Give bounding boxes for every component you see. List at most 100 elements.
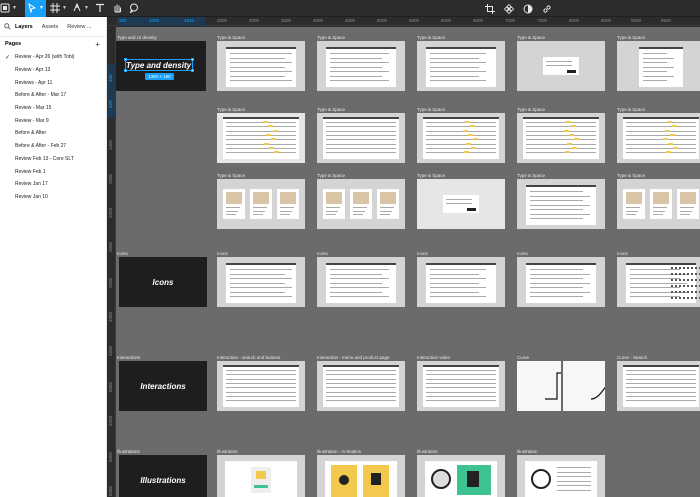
- frame-thumbnail[interactable]: [217, 113, 305, 163]
- move-tool-icon[interactable]: ▼: [25, 0, 46, 17]
- page-list-item[interactable]: Review Feb 1: [0, 165, 106, 178]
- frame-thumbnail[interactable]: [317, 361, 405, 411]
- mockup-row: [426, 391, 496, 393]
- frame-thumbnail[interactable]: [517, 179, 605, 229]
- frame-thumbnail[interactable]: [217, 257, 305, 307]
- mockup-page: [226, 263, 296, 303]
- components-icon[interactable]: [504, 0, 514, 17]
- resize-handle[interactable]: [191, 69, 194, 72]
- page-label: Review - Mar 9: [15, 117, 49, 124]
- page-list-item[interactable]: Review - Mar 9: [0, 114, 106, 127]
- contrast-icon[interactable]: [523, 0, 533, 17]
- mockup-row: [426, 130, 496, 132]
- tab-review[interactable]: Review ...: [67, 24, 91, 30]
- frame-thumbnail[interactable]: [617, 179, 700, 229]
- text-tool-icon[interactable]: [92, 0, 107, 17]
- page-list-item[interactable]: Review Jan 10: [0, 191, 106, 204]
- frame-label: Icons: [517, 251, 528, 256]
- mockup-row: [626, 139, 696, 141]
- add-page-button[interactable]: +: [95, 40, 100, 49]
- page-label: Before & After: [15, 130, 47, 137]
- resize-handle[interactable]: [124, 69, 127, 72]
- mockup-row: [626, 374, 696, 376]
- frame-thumbnail[interactable]: [517, 113, 605, 163]
- frame-thumbnail[interactable]: [317, 41, 405, 91]
- page-label: Review Feb 13 - Core SLT: [15, 155, 74, 162]
- mockup-table: [223, 117, 299, 159]
- search-icon[interactable]: [4, 23, 11, 30]
- frame-thumbnail[interactable]: [417, 455, 505, 497]
- link-icon[interactable]: [542, 0, 552, 17]
- page-list-item[interactable]: Review - Mar 15: [0, 102, 106, 115]
- frame-thumbnail[interactable]: [317, 455, 405, 497]
- menu-icon[interactable]: ▼: [0, 0, 17, 17]
- frame-label: Type & Space: [617, 35, 646, 40]
- ruler-tick-label: 5000: [377, 18, 388, 23]
- mockup-icon-grid-dot: [691, 291, 693, 293]
- frame-thumbnail[interactable]: [617, 257, 700, 307]
- comment-tool-icon[interactable]: [126, 0, 141, 17]
- ruler-tick-label: 3500: [108, 277, 113, 288]
- frame-thumbnail[interactable]: [563, 361, 605, 411]
- section-title-frame[interactable]: Interactions: [119, 361, 207, 411]
- section-title-frame[interactable]: Icons: [119, 257, 207, 307]
- section-title-frame[interactable]: Illustrations: [119, 455, 207, 497]
- mockup-row: [530, 195, 590, 197]
- tab-assets[interactable]: Assets: [42, 24, 59, 30]
- mockup-illustration: [425, 461, 497, 497]
- mockup-nav: [323, 365, 399, 367]
- mockup-table: [223, 365, 299, 407]
- frame-thumbnail[interactable]: [417, 361, 505, 411]
- crop-icon[interactable]: [485, 0, 495, 17]
- frame-label: Illustration - Animation: [317, 449, 362, 454]
- frame-thumbnail[interactable]: [517, 257, 605, 307]
- frame-label: Type & Space: [317, 107, 346, 112]
- mockup-row: [326, 382, 396, 384]
- frame-thumbnail[interactable]: [317, 257, 405, 307]
- resize-handle[interactable]: [124, 58, 127, 61]
- frame-thumbnail[interactable]: [517, 455, 605, 497]
- mockup-row: [380, 207, 394, 208]
- resize-handle[interactable]: [191, 58, 194, 61]
- frame-thumbnail[interactable]: [217, 179, 305, 229]
- mockup-nav: [223, 365, 299, 367]
- frame-thumbnail[interactable]: [417, 113, 505, 163]
- frame-thumbnail[interactable]: [417, 257, 505, 307]
- page-list-item[interactable]: Before & After - Mar 17: [0, 89, 106, 102]
- page-list-item[interactable]: Before & After: [0, 127, 106, 140]
- frame-label: Interaction - menu and product page: [317, 355, 390, 360]
- mockup-row: [230, 53, 292, 54]
- frame-thumbnail[interactable]: [317, 179, 405, 229]
- page-list-item[interactable]: Reviews - Apr 11: [0, 76, 106, 89]
- page-list-item[interactable]: Before & After - Feb 27: [0, 140, 106, 153]
- frame-thumbnail[interactable]: [417, 179, 505, 229]
- frame-tool-icon[interactable]: ▼: [48, 0, 69, 17]
- ruler-tick-label: 5000: [108, 381, 113, 392]
- mockup-image: [626, 192, 642, 204]
- page-list-item[interactable]: Review Jan 17: [0, 178, 106, 191]
- frame-thumbnail[interactable]: [217, 455, 305, 497]
- page-list-item[interactable]: Review Feb 13 - Core SLT: [0, 153, 106, 166]
- panel-tabs: Layers Assets Review ...: [0, 17, 106, 37]
- mockup-status-chip: [264, 142, 269, 145]
- frame-thumbnail[interactable]: [617, 113, 700, 163]
- frame-thumbnail[interactable]: [617, 41, 700, 91]
- tab-layers[interactable]: Layers: [15, 24, 33, 30]
- frame-thumbnail[interactable]: [217, 41, 305, 91]
- page-list-item[interactable]: ✓ Review - Apr 26 (with Tobi): [0, 51, 106, 64]
- mockup-card: [623, 189, 645, 219]
- mockup-icon-grid-dot: [675, 285, 677, 287]
- frame-thumbnail[interactable]: [617, 361, 700, 411]
- frame-thumbnail[interactable]: [517, 41, 605, 91]
- mockup-row: [526, 143, 596, 145]
- page-label: Review Jan 17: [15, 181, 48, 188]
- frame-thumbnail[interactable]: [317, 113, 405, 163]
- frame-thumbnail[interactable]: [217, 361, 305, 411]
- frame-thumbnail[interactable]: [517, 361, 561, 411]
- hand-tool-icon[interactable]: [109, 0, 124, 17]
- pen-tool-icon[interactable]: ▼: [71, 0, 90, 17]
- page-list-item[interactable]: Review - Apr 13: [0, 64, 106, 77]
- frame-thumbnail[interactable]: [417, 41, 505, 91]
- mockup-row: [626, 387, 696, 389]
- design-canvas[interactable]: Type and UI density Type and density 1360 …: [116, 27, 700, 497]
